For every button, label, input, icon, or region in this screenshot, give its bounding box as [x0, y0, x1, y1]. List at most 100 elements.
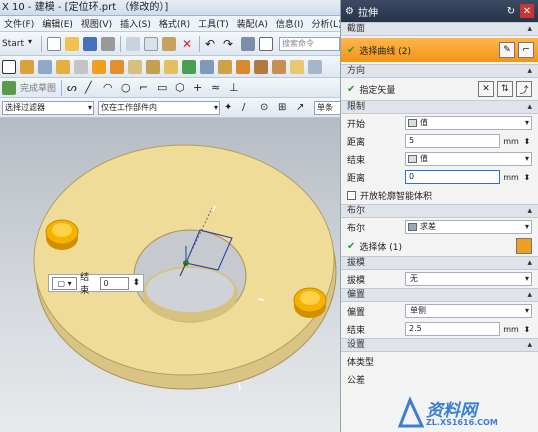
extrude-icon[interactable] — [92, 59, 106, 74]
start-dropdown-icon[interactable]: ▾ — [28, 37, 36, 51]
boss-icon[interactable] — [146, 59, 160, 74]
window-icon[interactable] — [259, 36, 273, 51]
offset-select[interactable]: 单侧 — [405, 304, 532, 318]
save-icon[interactable] — [83, 36, 97, 51]
block-icon[interactable] — [56, 59, 70, 74]
offset-curve-icon[interactable]: ≈ — [211, 81, 225, 95]
endpoint-icon[interactable]: / — [242, 101, 256, 115]
command-search-input[interactable]: 搜索命令 — [279, 36, 340, 51]
menu-file[interactable]: 文件(F) — [0, 17, 38, 30]
offset-end-row: 结束 2.5 mm ⬍ — [341, 320, 538, 338]
pattern-icon[interactable] — [164, 59, 178, 74]
end-type-select[interactable]: 值 — [405, 152, 532, 166]
boolean-select[interactable]: 求差 — [405, 220, 532, 234]
reset-icon[interactable]: ↻ — [504, 4, 518, 18]
chamfer-icon[interactable] — [200, 59, 214, 74]
selection-toolbar: 选择过滤器 仅在工作部件内 ✦ / ⊙ ⊞ ↗ 单条 — [0, 98, 340, 118]
select-body-button[interactable] — [516, 238, 532, 254]
unite-icon[interactable] — [236, 59, 250, 74]
offset-end-menu-icon[interactable]: ⬍ — [522, 325, 532, 334]
edge-blend-icon[interactable] — [182, 59, 196, 74]
finish-sketch-button[interactable]: 完成草图 — [18, 81, 58, 94]
point-icon[interactable]: + — [193, 81, 207, 95]
menu-info[interactable]: 信息(I) — [272, 17, 308, 30]
cylinder-icon[interactable] — [74, 59, 88, 74]
selection-scope-select[interactable]: 仅在工作部件内 — [98, 100, 220, 115]
curve-rule-select[interactable]: 单条 — [314, 100, 340, 115]
spin-arrow-icon[interactable]: ⬍ — [132, 278, 140, 288]
selection-filter-select[interactable]: 选择过滤器 — [2, 100, 94, 115]
select-body-row[interactable]: ✔ 选择体 (1) — [341, 236, 538, 256]
menu-view[interactable]: 视图(V) — [77, 17, 116, 30]
open-folder-icon[interactable] — [65, 36, 79, 51]
constraint-icon[interactable]: ⊥ — [229, 81, 243, 95]
select-curve-row[interactable]: ✔ 选择曲线 (2) ✎ ⌐ — [341, 38, 538, 62]
redo-icon[interactable]: ↷ — [223, 37, 237, 51]
menu-analysis[interactable]: 分析(L) — [308, 17, 340, 30]
cut-icon[interactable] — [126, 36, 140, 51]
profile-icon[interactable]: ᔕ — [67, 81, 81, 95]
menu-tools[interactable]: 工具(T) — [194, 17, 233, 30]
dynamic-input-field[interactable]: 0 — [100, 276, 130, 290]
draft-select[interactable]: 无 — [405, 272, 532, 286]
vector-type-icon[interactable]: ⤴ — [516, 81, 532, 97]
curve-select-button[interactable]: ⌐ — [518, 42, 534, 58]
menu-insert[interactable]: 插入(S) — [116, 17, 155, 30]
paste-icon[interactable] — [162, 36, 176, 51]
revolve-icon[interactable] — [110, 59, 124, 74]
fillet-icon[interactable]: ⌐ — [139, 81, 153, 95]
vector-dialog-icon[interactable]: ⇅ — [497, 81, 513, 97]
sketch-section-button[interactable]: ✎ — [499, 42, 515, 58]
open-profile-row[interactable]: 开放轮廓智能体积 — [341, 186, 538, 204]
start-type-select[interactable]: 值 — [405, 116, 532, 130]
end-distance-input[interactable]: 0 — [405, 170, 500, 184]
reverse-direction-icon[interactable]: ✕ — [478, 81, 494, 97]
circle-icon[interactable]: ○ — [121, 81, 135, 95]
section-group-header[interactable]: 截面 — [341, 22, 538, 36]
menu-format[interactable]: 格式(R) — [155, 17, 194, 30]
print-icon[interactable] — [101, 36, 115, 51]
delete-icon[interactable]: ✕ — [180, 37, 194, 51]
dynamic-input-type-select[interactable]: ▢ ▾ — [52, 276, 78, 290]
specify-vector-row[interactable]: ✔ 指定矢量 ✕ ⇅ ⤴ — [341, 78, 538, 100]
menu-assembly[interactable]: 装配(A) — [233, 17, 272, 30]
rectangle-icon[interactable] — [2, 59, 16, 74]
direction-group-header[interactable]: 方向 — [341, 64, 538, 78]
hole-icon[interactable] — [128, 59, 142, 74]
undo-icon[interactable]: ↶ — [205, 37, 219, 51]
start-button[interactable]: Start — [0, 39, 26, 49]
copy-icon[interactable] — [144, 36, 158, 51]
line-icon[interactable]: ╱ — [85, 81, 99, 95]
grid-icon[interactable]: ⊞ — [278, 101, 292, 115]
start-distance-input[interactable]: 5 — [405, 134, 500, 148]
command-finder-icon[interactable] — [241, 36, 255, 51]
mirror-icon[interactable] — [308, 59, 322, 74]
subtract-icon[interactable] — [254, 59, 268, 74]
snap-point-icon[interactable]: ✦ — [224, 101, 238, 115]
start-distance-menu-icon[interactable]: ⬍ — [522, 137, 532, 146]
midpoint-icon[interactable]: ⊙ — [260, 101, 274, 115]
menu-edit[interactable]: 编辑(E) — [38, 17, 77, 30]
arc-icon[interactable]: ◠ — [103, 81, 117, 95]
close-icon[interactable]: ✕ — [520, 4, 534, 18]
end-distance-menu-icon[interactable]: ⬍ — [522, 173, 532, 182]
body-type-row: 体类型 — [341, 352, 538, 370]
sketch-rectangle-icon[interactable]: ▭ — [157, 81, 171, 95]
new-file-icon[interactable] — [47, 36, 61, 51]
settings-group-header[interactable]: 设置 — [341, 338, 538, 352]
offset-group-header[interactable]: 偏置 — [341, 288, 538, 302]
shell-icon[interactable] — [290, 59, 304, 74]
draft-group-header[interactable]: 拔模 — [341, 256, 538, 270]
offset-end-input[interactable]: 2.5 — [405, 322, 500, 336]
gear-icon[interactable]: ⚙ — [345, 6, 354, 17]
polygon-icon[interactable]: ⬡ — [175, 81, 189, 95]
finish-sketch-icon[interactable] — [2, 80, 16, 95]
intersect-icon[interactable] — [272, 59, 286, 74]
curve-rule-icon[interactable]: ↗ — [296, 101, 310, 115]
shaded-view-icon[interactable] — [20, 59, 34, 74]
open-profile-checkbox[interactable] — [347, 190, 356, 200]
trim-body-icon[interactable] — [218, 59, 232, 74]
boolean-group-header[interactable]: 布尔 — [341, 204, 538, 218]
wireframe-view-icon[interactable] — [38, 59, 52, 74]
limits-group-header[interactable]: 限制 — [341, 100, 538, 114]
